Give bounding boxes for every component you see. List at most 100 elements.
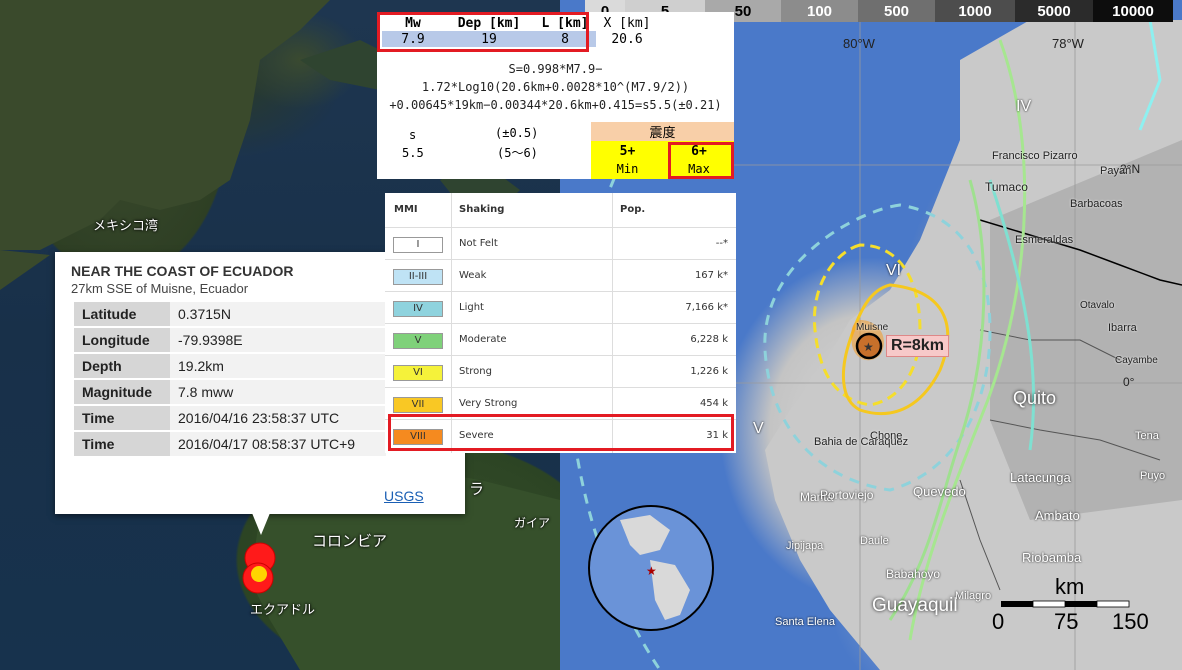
city-label: Tena: [1135, 430, 1159, 442]
table-row: Latitude 0.3715N: [74, 302, 386, 326]
row-value: 0.3715N: [170, 302, 386, 326]
table-row: Magnitude 7.8 mww: [74, 380, 386, 404]
pop-value: 454 k: [699, 398, 728, 409]
popup-subtitle: 27km SSE of Muisne, Ecuador: [71, 281, 249, 296]
elev-cell: 500: [858, 0, 935, 22]
s-label: s: [409, 128, 417, 142]
table-row: IV Light 7,166 k*: [385, 291, 736, 324]
header-shaking: Shaking: [459, 204, 505, 215]
header-mmi: MMI: [394, 204, 418, 215]
row-value: -79.9398E: [170, 328, 386, 352]
row-value: 19.2km: [170, 354, 386, 378]
label-guyana: ガイア: [514, 516, 551, 530]
city-label: Quevedo: [913, 484, 966, 499]
severe-row-highlight: [388, 414, 734, 451]
param-value: 20.6: [596, 31, 658, 47]
city-label: Babahoyo: [886, 567, 941, 581]
pop-value: --*: [715, 238, 728, 249]
info-table: Latitude 0.3715N Longitude -79.9398E Depth…: [74, 300, 386, 458]
header-pop: Pop.: [620, 204, 646, 215]
city-label: Jipijapa: [786, 540, 824, 552]
label-gulf-mexico: メキシコ湾: [93, 218, 159, 233]
params-highlight: [377, 12, 589, 52]
row-value: 2016/04/16 23:58:37 UTC: [170, 406, 386, 430]
mmi-swatch: VI: [393, 365, 443, 381]
popup-pointer: [252, 513, 270, 535]
svg-text:★: ★: [863, 340, 874, 354]
range-label: (±0.5): [495, 126, 539, 140]
contour-label-vi: VI: [886, 262, 902, 279]
lat-label-0: 0°: [1123, 375, 1135, 389]
city-label: Santa Elena: [775, 616, 835, 628]
lon-label-80w: 80°W: [843, 36, 875, 51]
contour-label-v: V: [753, 420, 764, 437]
city-label: Tumaco: [985, 180, 1028, 194]
shindo-min: 5+: [619, 144, 636, 159]
shaking-label: Weak: [459, 270, 487, 281]
epicenter-markers[interactable]: [235, 538, 295, 608]
pop-value: 7,166 k*: [685, 302, 728, 313]
max-highlight: [668, 142, 734, 179]
range-value: (5〜6): [497, 146, 538, 160]
city-label: Riobamba: [1022, 550, 1082, 565]
city-label: Daule: [860, 535, 889, 547]
city-label: Cayambe: [1115, 355, 1158, 366]
table-row: Time 2016/04/16 23:58:37 UTC: [74, 406, 386, 430]
mmi-swatch: IV: [393, 301, 443, 317]
city-label: Ibarra: [1108, 322, 1137, 334]
city-label: Portoviejo: [820, 488, 874, 502]
intensity-formula-panel: Mw Dep [km] L [km] X [km] 7.9 19 8 20.6 …: [377, 12, 734, 179]
label-venezuela-partial: ラ: [469, 481, 485, 498]
popup-title: NEAR THE COAST OF ECUADOR: [71, 263, 294, 279]
city-label: Otavalo: [1080, 300, 1115, 311]
city-label: Puyo: [1140, 470, 1166, 482]
rupture-label: R=8km: [886, 335, 949, 357]
contour-label-iv: IV: [1016, 98, 1032, 115]
mmi-swatch: VII: [393, 397, 443, 413]
table-row: II-III Weak 167 k*: [385, 259, 736, 292]
city-label: Ambato: [1035, 508, 1080, 523]
city-label: Guayaquil: [872, 595, 958, 616]
shaking-label: Not Felt: [459, 238, 498, 249]
usgs-link[interactable]: USGS: [384, 488, 424, 504]
scale-tick: 0: [992, 609, 1005, 634]
pop-value: 1,226 k: [690, 366, 728, 377]
shaking-label: Light: [459, 302, 484, 313]
city-label: Esmeraldas: [1015, 234, 1074, 246]
mmi-swatch: I: [393, 237, 443, 253]
mmi-table: MMI Shaking Pop. I Not Felt --* II-III W…: [385, 193, 736, 453]
scale-tick: 150: [1112, 609, 1149, 634]
row-key: Time: [74, 432, 170, 456]
svg-text:★: ★: [646, 564, 657, 578]
elev-cell: 5000: [1015, 0, 1093, 22]
scale-tick: 75: [1054, 609, 1079, 634]
label-colombia: コロンビア: [312, 533, 388, 550]
row-key: Longitude: [74, 328, 170, 352]
city-label: Francisco Pizarro: [992, 150, 1078, 162]
row-value: 2016/04/17 08:58:37 UTC+9: [170, 432, 386, 456]
row-key: Time: [74, 406, 170, 430]
formula-line: +0.00645*19km−0.00344*20.6km+0.415=s5.5(…: [389, 98, 722, 112]
elev-cell: 10000: [1093, 0, 1173, 22]
param-header: X [km]: [596, 15, 658, 31]
lon-label-78w: 78°W: [1052, 36, 1084, 51]
city-label: Chone: [870, 430, 903, 442]
formula-line: S=0.998*M7.9−: [508, 62, 603, 76]
min-label: Min: [616, 162, 639, 176]
table-row: Longitude -79.9398E: [74, 328, 386, 352]
elev-cell: 1000: [935, 0, 1015, 22]
pop-value: 6,228 k: [690, 334, 728, 345]
city-label: Barbacoas: [1070, 198, 1123, 210]
pop-value: 167 k*: [694, 270, 728, 281]
mmi-swatch: V: [393, 333, 443, 349]
row-key: Depth: [74, 354, 170, 378]
s-value: 5.5: [402, 146, 424, 160]
table-row: I Not Felt --*: [385, 227, 736, 260]
mmi-header-row: MMI Shaking Pop.: [385, 193, 736, 227]
row-key: Magnitude: [74, 380, 170, 404]
city-label: Latacunga: [1010, 470, 1071, 485]
city-label: Payan: [1100, 165, 1132, 177]
table-row: V Moderate 6,228 k: [385, 323, 736, 356]
elev-cell: 100: [781, 0, 858, 22]
table-row: Depth 19.2km: [74, 354, 386, 378]
